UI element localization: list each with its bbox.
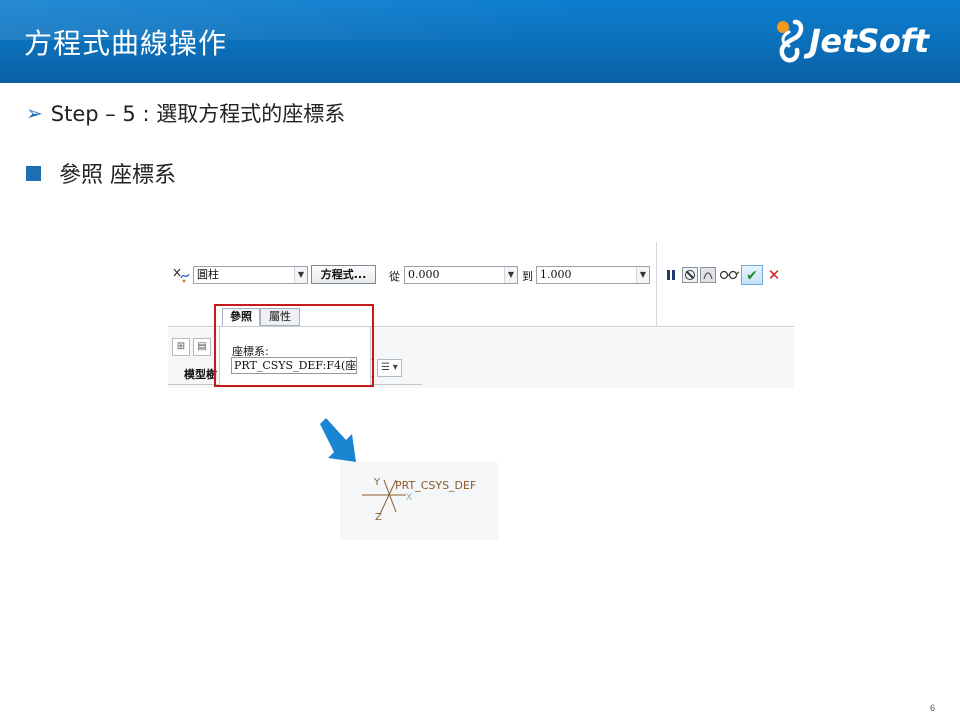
model-tree-header: 模型樹: [184, 368, 217, 381]
glasses-icon[interactable]: [719, 267, 739, 283]
arrow-bullet-icon: ➢: [26, 102, 43, 125]
chevron-down-icon[interactable]: ▼: [504, 267, 517, 283]
axis-z-label: Z: [375, 512, 382, 523]
ok-checkmark-icon[interactable]: ✔: [741, 265, 763, 285]
cancel-x-icon[interactable]: ✕: [766, 267, 782, 284]
logo-text: JetSoft: [809, 22, 929, 60]
equation-button[interactable]: 方程式...: [311, 265, 376, 284]
to-label: 到: [522, 270, 533, 283]
sub-bullet-text: 參照 座標系: [59, 163, 176, 188]
slide-header: 方程式曲線操作 JetSoft: [0, 0, 960, 83]
preview-glyph-icon: [703, 272, 713, 280]
from-value: 0.000: [408, 268, 440, 281]
to-value-field[interactable]: 1.000 ▼: [536, 266, 650, 284]
slide-title: 方程式曲線操作: [24, 27, 228, 60]
sub-bullet: 參照 座標系: [26, 157, 176, 189]
page-number: 6: [930, 703, 936, 713]
axis-y-label: Y: [373, 477, 381, 488]
logo-mark-icon: [777, 19, 804, 63]
coordinate-type-value: 圓柱: [197, 268, 219, 281]
navigator-tabs: ⊞ ▤: [172, 338, 214, 356]
square-bullet-icon: [26, 165, 41, 181]
to-value: 1.000: [540, 268, 572, 281]
glasses-glyph-icon: [719, 270, 739, 280]
no-preview-icon[interactable]: [682, 267, 698, 283]
toolbar-divider: [656, 242, 657, 327]
tree-show-list-icon[interactable]: ☰ ▾: [377, 359, 402, 377]
chevron-down-icon[interactable]: ▼: [636, 267, 649, 283]
coordinate-type-select[interactable]: 圓柱 ▼: [193, 266, 308, 284]
software-screenshot: 圓柱 ▼ 方程式... 從 0.000 ▼ 到 1.000 ▼ ✔ ✕ ⊞ ▤: [168, 242, 794, 388]
model-tree-tab-icon[interactable]: ⊞: [172, 338, 190, 356]
jetsoft-logo: JetSoft: [773, 18, 929, 64]
csys-axes-icon: Y X Z: [362, 477, 412, 523]
csys-name-label: PRT_CSYS_DEF: [395, 479, 477, 492]
pointer-arrow-icon: [320, 418, 356, 462]
step-bullet: ➢ Step – 5 : 選取方程式的座標系: [26, 98, 345, 128]
step-text: Step – 5 : 選取方程式的座標系: [50, 102, 346, 126]
pause-icon[interactable]: [663, 267, 679, 283]
axis-x-label: X: [406, 493, 412, 503]
equation-curve-icon: [173, 268, 190, 283]
from-value-field[interactable]: 0.000 ▼: [404, 266, 518, 284]
csys-preview: Y X Z PRT_CSYS_DEF: [340, 462, 498, 540]
folder-browser-tab-icon[interactable]: ▤: [193, 338, 211, 356]
chevron-down-icon[interactable]: ▼: [294, 267, 307, 283]
verify-preview-icon[interactable]: [700, 267, 716, 283]
from-label: 從: [389, 270, 400, 283]
highlight-frame: [214, 304, 374, 387]
